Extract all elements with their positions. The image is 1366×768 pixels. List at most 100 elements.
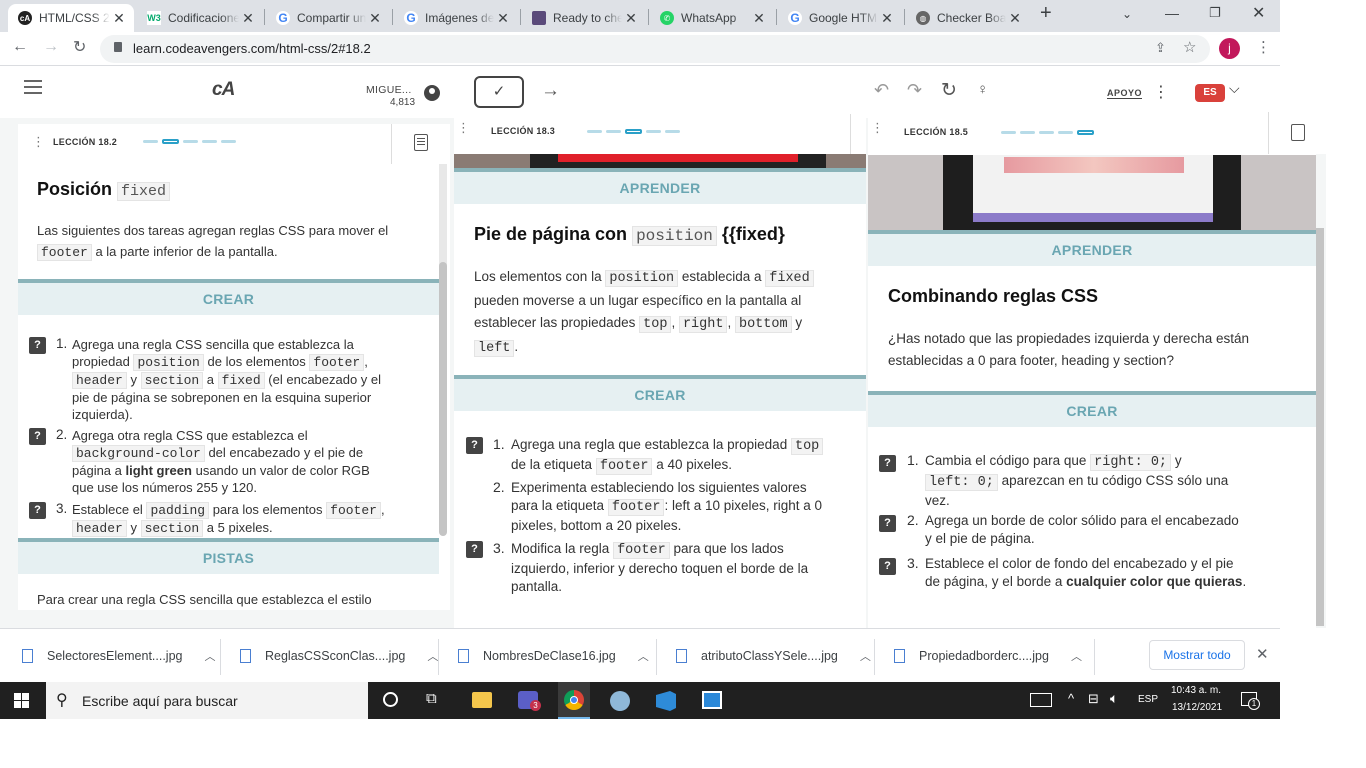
task-item-2: Agrega un borde de color sólido para el … — [925, 513, 1239, 546]
scrollbar-thumb[interactable] — [439, 262, 447, 536]
download-item[interactable]: ReglasCSSconClas....jpg ︿ — [240, 648, 438, 664]
scrollbar-track[interactable] — [439, 164, 447, 536]
drag-handle-icon[interactable]: ⋮ — [871, 120, 884, 136]
screen: cA HTML/CSS 2. ✕ W3 Codificacione ✕ G Co… — [0, 0, 1366, 768]
windows-taskbar: ⚲ Escribe aquí para buscar ⧉ 3 ^ ⊟ 🔈︎ ES… — [0, 682, 1280, 719]
downloads-bar: SelectoresElement....jpg ︿ ReglasCSSconCl… — [0, 628, 1280, 682]
volume-icon[interactable]: 🔈︎ — [1110, 690, 1118, 707]
redo-icon[interactable]: ↷ — [907, 80, 922, 101]
drag-handle-icon[interactable]: ⋮ — [457, 120, 470, 136]
language-indicator[interactable]: ESP — [1138, 694, 1158, 705]
chevron-up-icon[interactable]: ︿ — [1071, 648, 1082, 664]
hint-question-icon[interactable]: ? — [879, 558, 896, 575]
clock-date[interactable]: 13/12/2021 — [1172, 702, 1222, 713]
close-icon[interactable]: ✕ — [239, 10, 257, 27]
clock-time[interactable]: 10:43 a. m. — [1171, 685, 1221, 696]
image-file-icon — [458, 649, 469, 663]
hint-question-icon[interactable]: ? — [29, 337, 46, 354]
window-close-button[interactable]: ✕ — [1252, 3, 1265, 23]
support-link[interactable]: APOYO — [1107, 88, 1143, 99]
reset-icon[interactable]: ↻ — [941, 79, 957, 102]
language-badge[interactable]: ES — [1195, 84, 1225, 102]
tab-whatsapp[interactable]: ✆ WhatsApp ✕ — [650, 4, 774, 32]
maximize-button[interactable]: ❐ — [1209, 5, 1221, 21]
chevron-up-icon[interactable]: ︿ — [860, 648, 871, 664]
profile-avatar[interactable]: j — [1219, 38, 1240, 59]
chevron-up-icon[interactable]: ︿ — [427, 648, 438, 664]
chevron-down-icon[interactable]: ⌵ — [1229, 80, 1240, 97]
notes-button[interactable] — [1268, 112, 1326, 154]
close-icon[interactable]: ✕ — [494, 10, 512, 27]
codeavengers-logo[interactable]: cA — [212, 79, 235, 101]
share-icon[interactable]: ⇪ — [1155, 40, 1166, 56]
chevron-up-icon[interactable]: ︿ — [638, 648, 649, 664]
lesson-progress — [587, 129, 680, 134]
browser-menu-icon[interactable]: ⋮ — [1256, 38, 1271, 56]
tab-search-chevron-icon[interactable]: ⌄ — [1122, 7, 1132, 21]
tab-imagenes[interactable]: G Imágenes de ✕ — [394, 4, 518, 32]
close-icon[interactable]: ✕ — [366, 10, 384, 27]
task-item-1: Agrega una regla que establezca la propi… — [511, 436, 861, 476]
image-file-icon — [22, 649, 33, 663]
teams-icon[interactable]: 3 — [518, 691, 541, 711]
close-icon[interactable]: ✕ — [622, 10, 640, 27]
lesson-progress — [143, 139, 236, 144]
close-icon[interactable]: ✕ — [1006, 10, 1024, 27]
cortana-icon[interactable] — [383, 692, 398, 707]
bookmark-star-icon[interactable]: ☆ — [1183, 38, 1196, 56]
undo-icon[interactable]: ↶ — [874, 80, 889, 101]
user-name[interactable]: MIGUE... — [366, 84, 412, 96]
more-options-icon[interactable]: ⋮ — [1153, 82, 1169, 102]
show-all-button[interactable]: Mostrar todo — [1149, 640, 1245, 670]
photos-icon[interactable] — [702, 691, 722, 709]
hint-question-icon[interactable]: ? — [466, 437, 483, 454]
notes-icon[interactable] — [414, 134, 428, 151]
close-icon[interactable]: ✕ — [110, 10, 128, 27]
paint-icon[interactable] — [610, 691, 630, 711]
download-item[interactable]: Propiedadborderc....jpg ︿ — [894, 648, 1082, 664]
chrome-taskbar-button[interactable] — [558, 682, 590, 719]
tab-ready-to-check[interactable]: Ready to che ✕ — [522, 4, 646, 32]
chevron-up-icon[interactable]: ^ — [1068, 691, 1074, 706]
vscode-icon[interactable] — [656, 691, 676, 711]
new-tab-button[interactable]: + — [1040, 2, 1052, 25]
hint-question-icon[interactable]: ? — [879, 515, 896, 532]
scrollbar-thumb[interactable] — [1316, 228, 1324, 626]
hamburger-menu-icon[interactable] — [24, 80, 42, 94]
forward-arrow-icon[interactable]: → — [43, 38, 59, 56]
hint-question-icon[interactable]: ? — [879, 455, 896, 472]
lesson-panel-18-3: ⋮ LECCIÓN 18.3 APRENDER Pie de página co… — [454, 114, 866, 630]
windows-start-icon[interactable] — [14, 693, 30, 709]
hints-section-header: PISTAS — [18, 538, 439, 574]
taskbar-search-box[interactable]: ⚲ Escribe aquí para buscar — [46, 682, 368, 719]
hint-question-icon[interactable]: ? — [29, 428, 46, 445]
close-icon[interactable]: ✕ — [878, 10, 896, 27]
drag-handle-icon[interactable]: ⋮ — [32, 134, 45, 150]
tab-checker-board[interactable]: ◍ Checker Boar ✕ — [906, 4, 1030, 32]
file-explorer-icon[interactable] — [472, 692, 492, 708]
tab-google-html[interactable]: G Google HTML ✕ — [778, 4, 902, 32]
keyboard-icon[interactable] — [1030, 693, 1052, 707]
minimize-button[interactable]: — — [1165, 5, 1179, 21]
close-icon[interactable]: ✕ — [750, 10, 768, 27]
hint-question-icon[interactable]: ? — [29, 502, 46, 519]
close-downloads-icon[interactable]: ✕ — [1256, 645, 1269, 663]
url-text[interactable]: learn.codeavengers.com/html-css/2#18.2 — [133, 41, 371, 56]
download-item[interactable]: SelectoresElement....jpg ︿ — [22, 648, 216, 664]
hint-question-icon[interactable]: ? — [466, 541, 483, 558]
reload-icon[interactable]: ↻ — [73, 37, 86, 57]
tab-html-css[interactable]: cA HTML/CSS 2. ✕ — [8, 4, 134, 32]
lightbulb-icon[interactable]: ♀ — [977, 81, 988, 98]
download-item[interactable]: NombresDeClase16.jpg ︿ — [458, 648, 649, 664]
check-button[interactable]: ✓ — [474, 76, 524, 108]
download-item[interactable]: atributoClassYSele....jpg ︿ — [676, 648, 871, 664]
notification-center-icon[interactable]: 1 — [1241, 692, 1260, 710]
chevron-up-icon[interactable]: ︿ — [205, 648, 216, 664]
user-avatar-icon[interactable] — [424, 85, 440, 101]
task-view-icon[interactable]: ⧉ — [426, 690, 437, 707]
next-arrow-icon[interactable]: → — [541, 80, 560, 102]
network-icon[interactable]: ⊟ — [1088, 691, 1099, 707]
tab-codificaciones[interactable]: W3 Codificacione ✕ — [137, 4, 263, 32]
back-arrow-icon[interactable]: ← — [12, 38, 28, 56]
tab-compartir[interactable]: G Compartir un ✕ — [266, 4, 390, 32]
